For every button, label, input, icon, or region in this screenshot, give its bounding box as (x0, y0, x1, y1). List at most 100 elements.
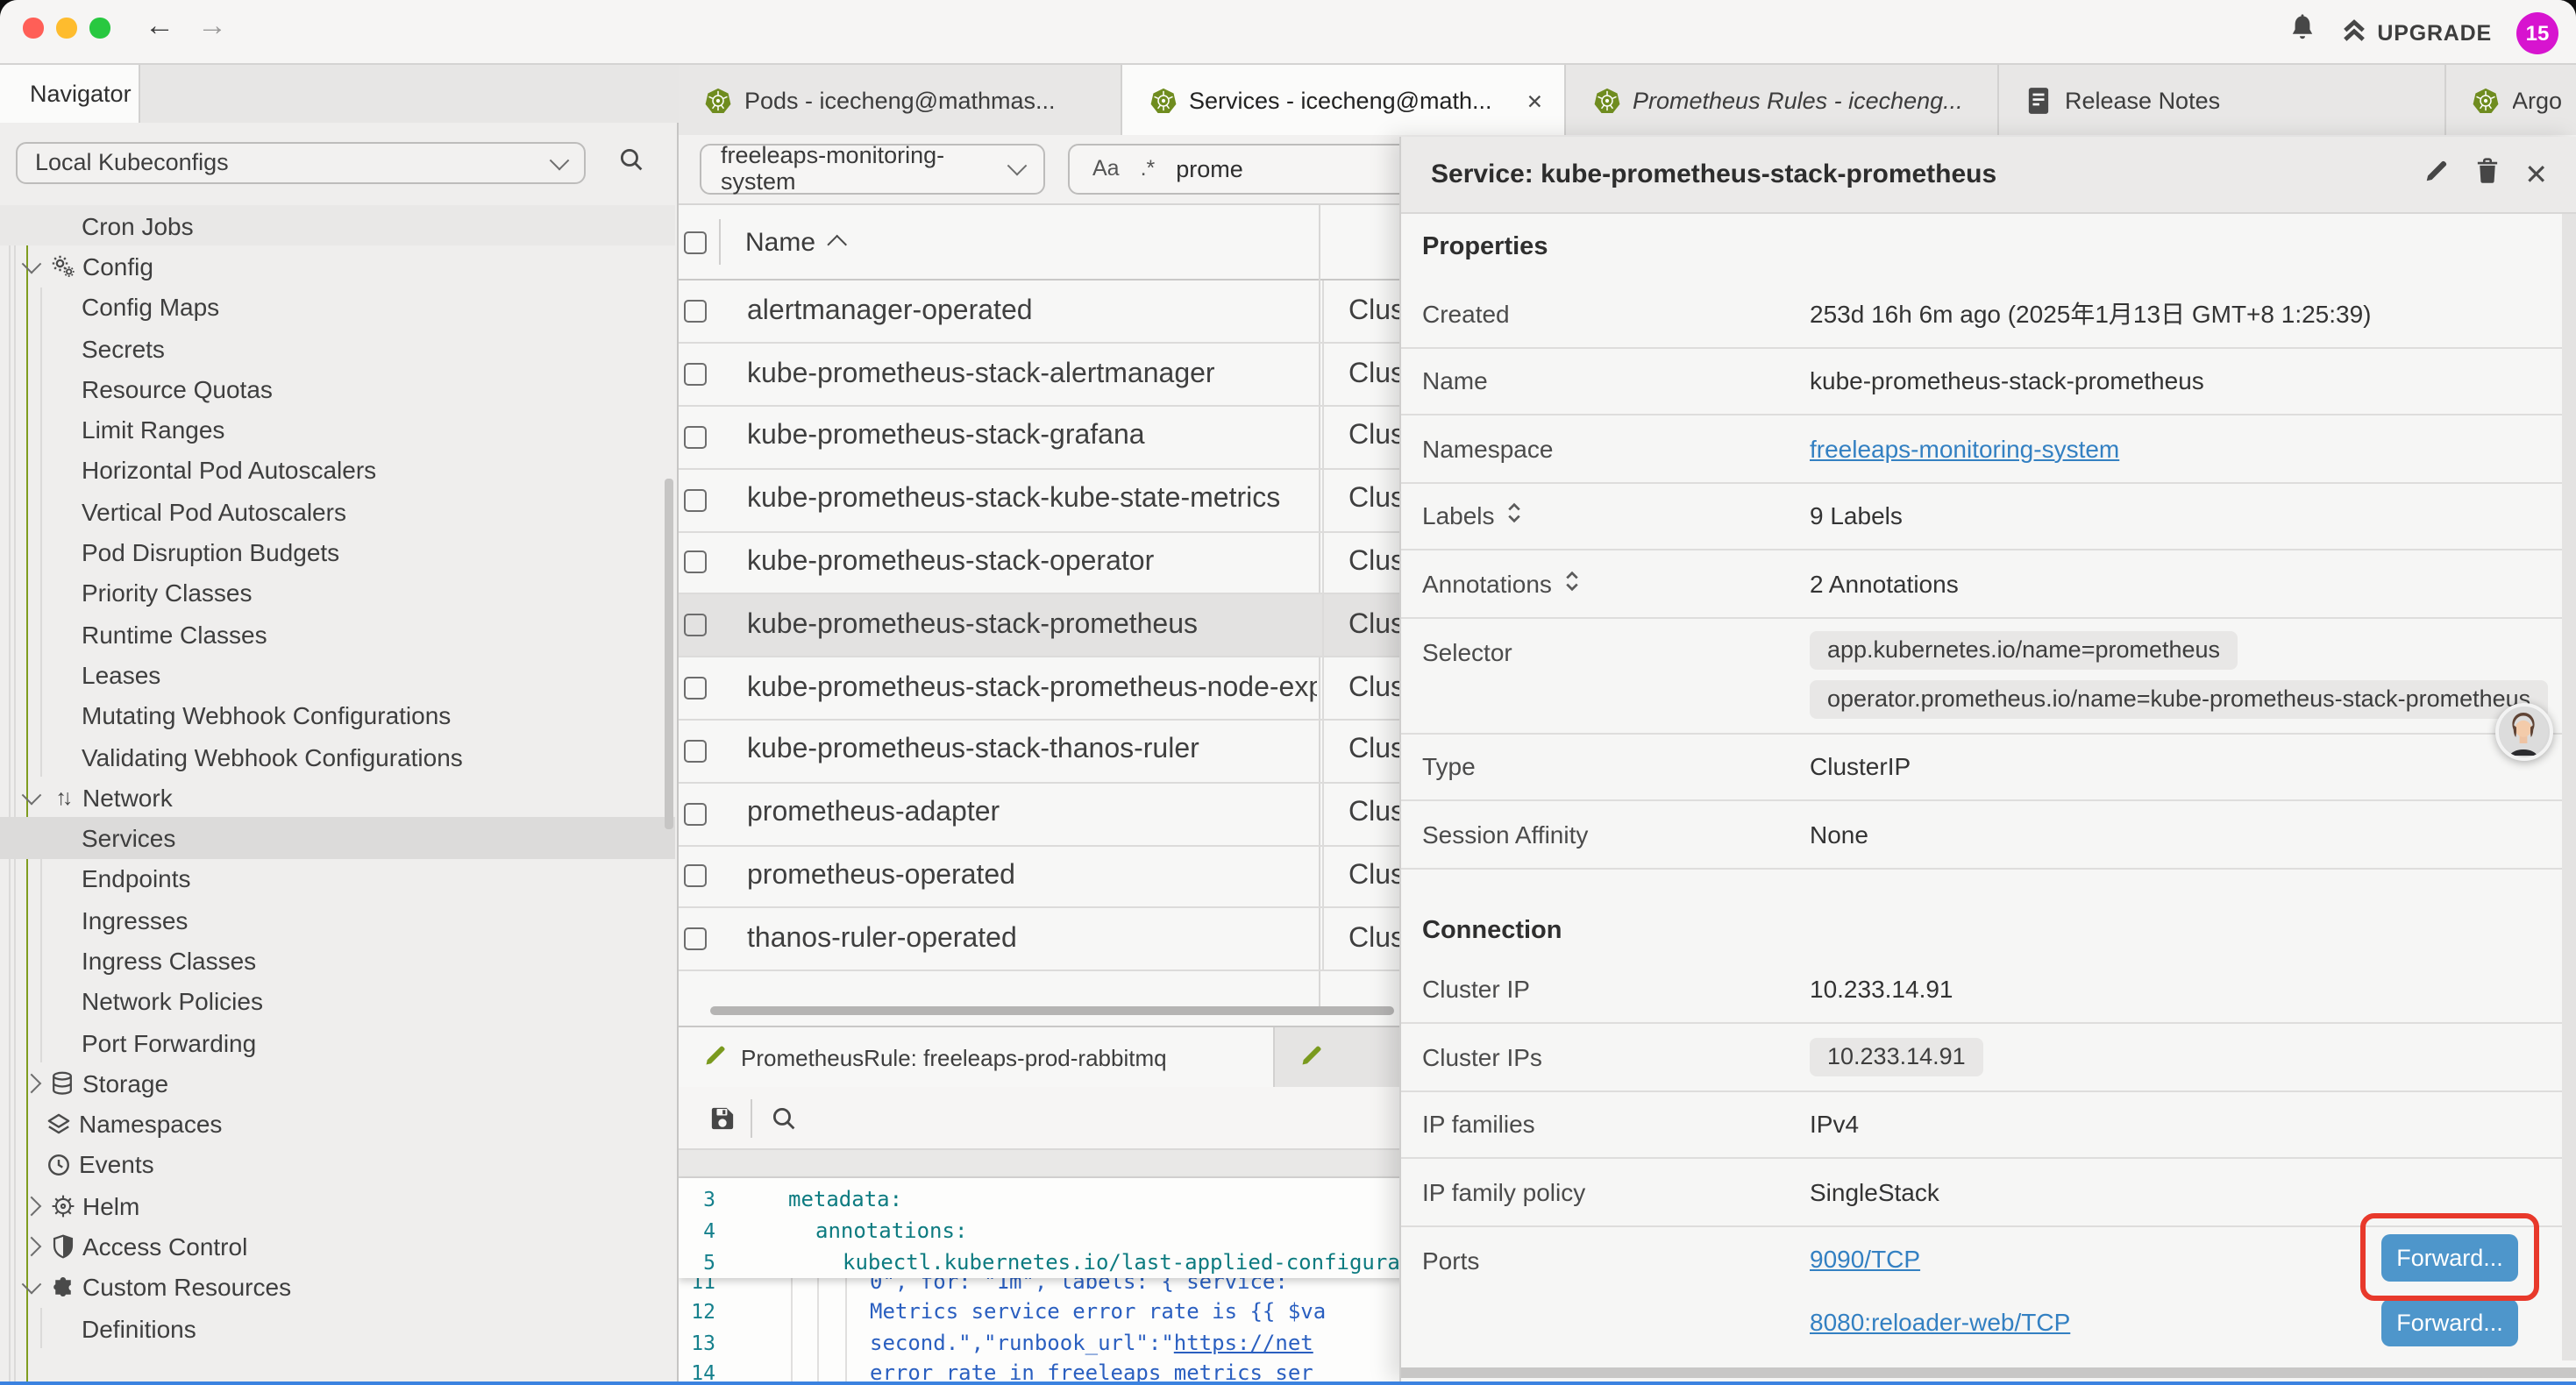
toolbar-divider (751, 1098, 752, 1137)
sidebar-item-network[interactable]: ↑↓Network (0, 777, 675, 818)
forward-button[interactable] (193, 9, 231, 44)
row-checkbox[interactable] (684, 740, 707, 763)
sidebar-item-horizontal-pod-autoscalers[interactable]: Horizontal Pod Autoscalers (0, 451, 675, 492)
sidebar-item-services[interactable]: Services (0, 818, 675, 859)
detail-row-ip-families: IP familiesIPv4 (1401, 1091, 2576, 1159)
row-checkbox[interactable] (684, 865, 707, 888)
upgrade-button[interactable]: UPGRADE (2340, 18, 2492, 46)
sidebar-item-port-forwarding[interactable]: Port Forwarding (0, 1022, 675, 1063)
sidebar-item-validating-webhook-configurations[interactable]: Validating Webhook Configurations (0, 736, 675, 778)
row-checkbox[interactable] (684, 802, 707, 825)
notification-count-badge[interactable]: 15 (2516, 11, 2558, 53)
sidebar-item-limit-ranges[interactable]: Limit Ranges (0, 409, 675, 451)
detail-value-link[interactable]: freeleaps-monitoring-system (1810, 435, 2119, 463)
forward-button[interactable]: Forward... (2381, 1299, 2518, 1346)
sidebar-item-vertical-pod-autoscalers[interactable]: Vertical Pod Autoscalers (0, 491, 675, 532)
sidebar-item-resource-quotas[interactable]: Resource Quotas (0, 368, 675, 409)
kubeconfig-select[interactable]: Local Kubeconfigs (16, 141, 586, 183)
tab-label: Services - icecheng@math... (1189, 87, 1509, 113)
row-checkbox[interactable] (684, 301, 707, 323)
detail-label: Selector (1422, 637, 1810, 665)
service-name-cell: prometheus-operated (747, 861, 1317, 892)
sidebar-item-helm[interactable]: Helm (0, 1185, 675, 1226)
column-divider (719, 219, 721, 265)
sidebar-scrollbar-thumb[interactable] (665, 479, 672, 829)
expander-icon[interactable] (1564, 570, 1580, 598)
row-checkbox[interactable] (684, 488, 707, 511)
save-icon[interactable] (710, 1105, 735, 1130)
close-tab-icon[interactable] (1521, 86, 1548, 114)
search-icon[interactable] (619, 147, 644, 181)
code-link[interactable]: https://net (1174, 1330, 1313, 1354)
editor-tab-prometheusrule[interactable]: PrometheusRule: freeleaps-prod-rabbitmq (678, 1027, 1274, 1087)
sort-ascending-icon (828, 236, 846, 254)
row-checkbox[interactable] (684, 928, 707, 951)
assistant-avatar[interactable] (2494, 703, 2552, 761)
detail-horizontal-scrollbar-thumb[interactable] (1401, 1367, 2576, 1378)
tab-argo-se[interactable]: Argo Se (2445, 65, 2576, 135)
row-checkbox[interactable] (684, 677, 707, 700)
sidebar-item-pod-disruption-budgets[interactable]: Pod Disruption Budgets (0, 532, 675, 573)
sidebar-item-runtime-classes[interactable]: Runtime Classes (0, 614, 675, 655)
sidebar-item-storage[interactable]: Storage (0, 1062, 675, 1104)
port-link[interactable]: 9090/TCP (1810, 1245, 1920, 1273)
detail-row-name: Namekube-prometheus-stack-prometheus (1401, 348, 2576, 416)
tab-navigator[interactable]: Navigator (0, 65, 140, 123)
tab-pods-icecheng-mathmas[interactable]: Pods - icecheng@mathmas... (678, 65, 1122, 135)
sidebar-item-endpoints[interactable]: Endpoints (0, 859, 675, 900)
sidebar-item-namespaces[interactable]: Namespaces (0, 1104, 675, 1145)
zoom-window-button[interactable] (89, 18, 110, 38)
match-case-toggle[interactable]: Aa (1092, 156, 1120, 181)
port-link[interactable]: 8080:reloader-web/TCP (1810, 1309, 2070, 1337)
detail-value: 9 Labels (1810, 502, 1903, 530)
code-segment: annotations: (815, 1218, 967, 1243)
expander-icon[interactable] (1507, 502, 1523, 530)
edit-icon[interactable] (2423, 157, 2449, 192)
sidebar-item-network-policies[interactable]: Network Policies (0, 981, 675, 1022)
sidebar-item-priority-classes[interactable]: Priority Classes (0, 572, 675, 614)
row-checkbox[interactable] (684, 426, 707, 449)
sidebar-item-label: Port Forwarding (82, 1028, 256, 1056)
close-window-button[interactable] (23, 18, 43, 38)
sidebar-item-cron-jobs[interactable]: Cron Jobs (0, 205, 675, 246)
tab-prometheus-rules-icecheng[interactable]: Prometheus Rules - icecheng... (1566, 65, 1998, 135)
table-horizontal-scrollbar-thumb[interactable] (710, 1006, 1394, 1015)
editor-tab-label: PrometheusRule: freeleaps-prod-rabbitmq (741, 1044, 1167, 1070)
sidebar-item-ingresses[interactable]: Ingresses (0, 899, 675, 941)
sidebar-item-config-maps[interactable]: Config Maps (0, 287, 675, 328)
sidebar-item-secrets[interactable]: Secrets (0, 328, 675, 369)
search-query-value: prome (1176, 155, 1243, 181)
sidebar-item-config[interactable]: Config (0, 246, 675, 288)
back-button[interactable] (140, 9, 179, 44)
detail-label-text: Labels (1422, 502, 1495, 530)
sidebar-item-leases[interactable]: Leases (0, 655, 675, 696)
row-checkbox[interactable] (684, 363, 707, 386)
tab-services-icecheng-math[interactable]: Services - icecheng@math... (1122, 65, 1566, 135)
row-checkbox[interactable] (684, 614, 707, 637)
sidebar-item-label: Network Policies (82, 988, 263, 1016)
sidebar-item-definitions[interactable]: Definitions (0, 1308, 675, 1349)
name-column-header[interactable]: Name (745, 227, 846, 257)
sidebar-item-mutating-webhook-configurations[interactable]: Mutating Webhook Configurations (0, 695, 675, 736)
select-all-checkbox[interactable] (684, 231, 707, 253)
notifications-bell-icon[interactable] (2288, 14, 2316, 51)
tab-release-notes[interactable]: Release Notes (1998, 65, 2445, 135)
detail-vertical-scrollbar-track[interactable] (2562, 214, 2576, 1360)
close-panel-icon[interactable] (2524, 157, 2548, 192)
sidebar-item-access-control[interactable]: Access Control (0, 1226, 675, 1268)
detail-value: SingleStack (1810, 1178, 1939, 1206)
minimize-window-button[interactable] (56, 18, 76, 38)
search-icon[interactable] (772, 1105, 796, 1130)
namespace-filter-select[interactable]: freeleaps-monitoring-system (700, 143, 1045, 194)
detail-label-text: IP families (1422, 1111, 1535, 1139)
row-checkbox[interactable] (684, 551, 707, 574)
regex-toggle[interactable]: .* (1141, 156, 1156, 181)
sidebar-item-label: Namespaces (79, 1110, 222, 1138)
detail-label: Ports (1422, 1246, 1810, 1274)
sidebar-item-ingress-classes[interactable]: Ingress Classes (0, 941, 675, 982)
editor-tab-partial[interactable] (1274, 1027, 1414, 1087)
sidebar-item-events[interactable]: Events (0, 1145, 675, 1186)
detail-row-selector: Selectorapp.kubernetes.io/name=prometheu… (1401, 618, 2576, 734)
delete-trash-icon[interactable] (2475, 157, 2498, 192)
sidebar-item-custom-resources[interactable]: Custom Resources (0, 1267, 675, 1308)
